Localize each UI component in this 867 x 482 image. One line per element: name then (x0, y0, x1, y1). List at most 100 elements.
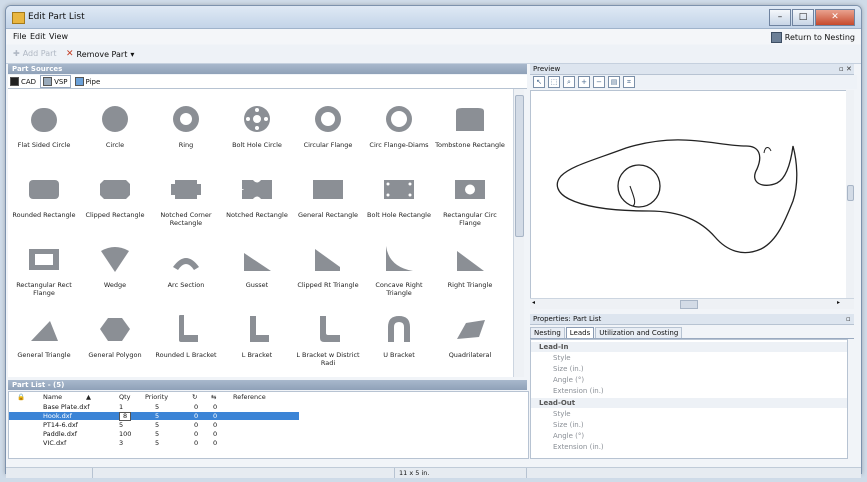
shape-item-quadrilateral[interactable]: Quadrilateral (434, 303, 506, 373)
tab-vsp[interactable]: VSP (40, 75, 71, 88)
menu-file[interactable]: File (13, 32, 26, 41)
tab-cad[interactable]: CAD (8, 76, 38, 87)
zoom-window-icon[interactable]: ⬚ (548, 76, 560, 88)
lead-out-category[interactable]: Lead-Out (531, 398, 847, 408)
shape-item-notched-rectangle[interactable]: Notched Rectangle (221, 163, 293, 233)
shape-item-l-bracket[interactable]: L Bracket (221, 303, 293, 373)
shape-item-l-bracket-w-district-radi[interactable]: L Bracket w District Radi (292, 303, 364, 373)
lead-in-extension[interactable]: Extension (in.) (531, 386, 847, 396)
part-mirror[interactable]: 0 (213, 412, 217, 420)
preview-vscroll[interactable] (846, 90, 854, 298)
pointer-icon[interactable]: ↖ (533, 76, 545, 88)
part-qty[interactable]: 8 (119, 412, 132, 421)
table-row[interactable]: Hook.dxf 8 5 0 0 (9, 412, 299, 421)
shape-item-general-triangle[interactable]: General Triangle (8, 303, 80, 373)
shape-item-notched-corner-rectangle[interactable]: Notched Corner Rectangle (150, 163, 222, 233)
zoom-icon[interactable]: ⌕ (563, 76, 575, 88)
part-priority[interactable]: 5 (155, 412, 159, 420)
shape-item-general-rectangle[interactable]: General Rectangle (292, 163, 364, 233)
zoom-out-icon[interactable]: − (593, 76, 605, 88)
shape-item-ring[interactable]: Ring (150, 93, 222, 163)
part-mirror[interactable]: 0 (213, 403, 217, 411)
part-priority[interactable]: 5 (155, 439, 159, 447)
title-bar[interactable]: Edit Part List – □ ✕ (6, 6, 861, 29)
menu-edit[interactable]: Edit (30, 32, 46, 41)
lead-in-angle[interactable]: Angle (°) (531, 375, 847, 385)
shape-item-arc-section[interactable]: Arc Section (150, 233, 222, 303)
part-rotation[interactable]: 0 (194, 421, 198, 429)
shape-item-general-polygon[interactable]: General Polygon (79, 303, 151, 373)
lead-in-size[interactable]: Size (in.) (531, 364, 847, 374)
tab-leads[interactable]: Leads (565, 327, 595, 338)
shape-item-rounded-rectangle[interactable]: Rounded Rectangle (8, 163, 80, 233)
col-qty[interactable]: Qty (119, 393, 131, 401)
table-row[interactable]: Base Plate.dxf 1 5 0 0 (9, 403, 528, 411)
shape-item-wedge[interactable]: Wedge (79, 233, 151, 303)
part-mirror[interactable]: 0 (213, 439, 217, 447)
lead-out-size[interactable]: Size (in.) (531, 420, 847, 430)
table-row[interactable]: Paddle.dxf 100 5 0 0 (9, 430, 528, 438)
tab-pipe[interactable]: Pipe (73, 76, 103, 87)
part-rotation[interactable]: 0 (194, 430, 198, 438)
col-name[interactable]: Name (43, 393, 62, 401)
zoom-in-icon[interactable]: + (578, 76, 590, 88)
lead-out-extension[interactable]: Extension (in.) (531, 442, 847, 452)
lead-out-style[interactable]: Style (531, 409, 847, 419)
tab-nesting[interactable]: Nesting (530, 327, 565, 338)
part-qty[interactable]: 1 (119, 403, 123, 411)
preview-hscroll[interactable]: ◂ ▸ (530, 298, 854, 309)
scroll-right-icon[interactable]: ▸ (837, 299, 840, 306)
part-rotation[interactable]: 0 (194, 412, 198, 420)
preview-canvas[interactable] (530, 90, 848, 300)
return-to-nesting-button[interactable]: Return to Nesting (770, 32, 855, 43)
col-reference[interactable]: Reference (233, 393, 266, 401)
preview-vthumb[interactable] (847, 185, 854, 201)
part-priority[interactable]: 5 (155, 421, 159, 429)
part-mirror[interactable]: 0 (213, 430, 217, 438)
lead-out-angle[interactable]: Angle (°) (531, 431, 847, 441)
table-row[interactable]: PT14-6.dxf 5 5 0 0 (9, 421, 528, 429)
scroll-left-icon[interactable]: ◂ (532, 299, 535, 306)
shape-item-bolt-hole-circle[interactable]: Bolt Hole Circle (221, 93, 293, 163)
minimize-button[interactable]: – (769, 9, 791, 26)
shape-item-gusset[interactable]: Gusset (221, 233, 293, 303)
table-row[interactable]: VIC.dxf 3 5 0 0 (9, 439, 528, 447)
preview-hthumb[interactable] (680, 300, 698, 309)
shape-item-flat-sided-circle[interactable]: Flat Sided Circle (8, 93, 80, 163)
properties-pin-icon[interactable]: ▫ (846, 315, 851, 323)
part-mirror[interactable]: 0 (213, 421, 217, 429)
measure-icon[interactable]: ⌗ (623, 76, 635, 88)
preview-pin-close[interactable]: ▫ ✕ (839, 65, 852, 73)
shape-item-clipped-rt-triangle[interactable]: Clipped Rt Triangle (292, 233, 364, 303)
tab-utilization[interactable]: Utilization and Costing (595, 327, 683, 338)
add-part-button[interactable]: ✚ Add Part (13, 49, 57, 58)
shape-item-circ-flange-diams[interactable]: Circ Flange-Diams (363, 93, 435, 163)
maximize-button[interactable]: □ (792, 9, 814, 26)
shape-item-circular-flange[interactable]: Circular Flange (292, 93, 364, 163)
part-rotation[interactable]: 0 (194, 403, 198, 411)
lead-in-style[interactable]: Style (531, 353, 847, 363)
col-priority[interactable]: Priority (145, 393, 168, 401)
close-button[interactable]: ✕ (815, 9, 855, 26)
shape-item-bolt-hole-rectangle[interactable]: Bolt Hole Rectangle (363, 163, 435, 233)
part-priority[interactable]: 5 (155, 403, 159, 411)
shape-item-right-triangle[interactable]: Right Triangle (434, 233, 506, 303)
shape-item-tombstone-rectangle[interactable]: Tombstone Rectangle (434, 93, 506, 163)
shape-item-concave-right-triangle[interactable]: Concave Right Triangle (363, 233, 435, 303)
lead-in-category[interactable]: Lead-In (531, 342, 847, 352)
part-qty[interactable]: 3 (119, 439, 123, 447)
shape-item-rectangular-circ-flange[interactable]: Rectangular Circ Flange (434, 163, 506, 233)
scroll-thumb[interactable] (515, 95, 524, 237)
menu-view[interactable]: View (49, 32, 68, 41)
part-qty[interactable]: 100 (119, 430, 131, 438)
shape-item-rectangular-rect-flange[interactable]: Rectangular Rect Flange (8, 233, 80, 303)
part-qty[interactable]: 5 (119, 421, 123, 429)
shape-item-circle[interactable]: Circle (79, 93, 151, 163)
shape-item-u-bracket[interactable]: U Bracket (363, 303, 435, 373)
shape-item-rounded-l-bracket[interactable]: Rounded L Bracket (150, 303, 222, 373)
part-priority[interactable]: 5 (155, 430, 159, 438)
gallery-scrollbar[interactable] (513, 89, 524, 377)
remove-part-button[interactable]: ✕ Remove Part ▾ (66, 49, 134, 59)
shape-item-clipped-rectangle[interactable]: Clipped Rectangle (79, 163, 151, 233)
part-rotation[interactable]: 0 (194, 439, 198, 447)
